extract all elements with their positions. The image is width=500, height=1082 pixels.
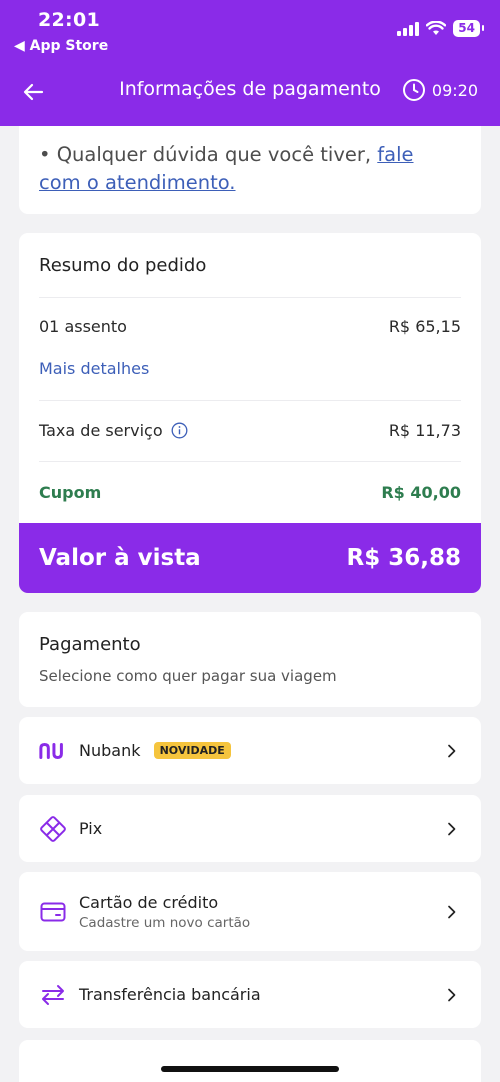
- total-value: R$ 36,88: [346, 545, 461, 571]
- timer-value: 09:20: [431, 80, 478, 100]
- payment-option-pix[interactable]: Pix: [19, 795, 481, 862]
- payment-subtitle: Selecione como quer pagar sua viagem: [39, 667, 337, 685]
- payment-option-credit-card[interactable]: Cartão de crédito Cadastre um novo cartã…: [19, 872, 481, 951]
- seats-value: R$ 65,15: [388, 317, 461, 336]
- chevron-right-icon: [448, 822, 456, 835]
- help-card: • Qualquer dúvida que você tiver, fale c…: [19, 126, 481, 214]
- payment-option-nubank[interactable]: Nubank NOVIDADE: [19, 717, 481, 784]
- seats-row: 01 assento R$ 65,15: [39, 317, 461, 336]
- transfer-icon: [39, 981, 67, 1009]
- info-icon[interactable]: [171, 422, 188, 439]
- chevron-right-icon: [448, 905, 456, 918]
- divider: [39, 400, 461, 401]
- service-fee-value: R$ 11,73: [388, 421, 461, 440]
- signal-icon: [397, 21, 420, 36]
- total-bar: Valor à vista R$ 36,88: [19, 523, 481, 593]
- new-badge: NOVIDADE: [153, 742, 231, 759]
- app-header: 22:01 ◀ App Store 54 Informações de paga…: [0, 0, 500, 126]
- back-to-app-store[interactable]: ◀ App Store: [14, 38, 108, 54]
- divider: [39, 297, 461, 298]
- nubank-logo-icon: [39, 737, 67, 765]
- seats-label: 01 assento: [39, 317, 127, 336]
- service-fee-row: Taxa de serviço R$ 11,73: [39, 421, 461, 440]
- chevron-right-icon: [448, 988, 456, 1001]
- option-label: Cartão de crédito: [79, 892, 219, 912]
- next-option-partial: [19, 1040, 481, 1082]
- order-summary-card: Resumo do pedido 01 assento R$ 65,15 Mai…: [19, 233, 481, 593]
- payment-title: Pagamento: [39, 634, 141, 655]
- clock-icon: [402, 79, 425, 101]
- divider: [39, 461, 461, 462]
- credit-card-icon: [39, 898, 67, 926]
- total-label: Valor à vista: [39, 545, 201, 571]
- battery-indicator: 54: [453, 20, 484, 37]
- payment-section-header: Pagamento Selecione como quer pagar sua …: [19, 612, 481, 707]
- payment-option-bank-transfer[interactable]: Transferência bancária: [19, 961, 481, 1028]
- coupon-value: R$ 40,00: [381, 483, 461, 502]
- status-icons: 54: [397, 20, 484, 37]
- option-label: Nubank: [79, 741, 141, 760]
- pix-icon: [39, 815, 67, 843]
- coupon-label: Cupom: [39, 483, 102, 502]
- option-label: Pix: [79, 819, 103, 838]
- wifi-icon: [426, 21, 447, 35]
- option-sublabel: Cadastre um novo cartão: [79, 914, 251, 931]
- summary-title: Resumo do pedido: [39, 255, 207, 276]
- chevron-right-icon: [448, 744, 456, 757]
- option-label: Transferência bancária: [79, 985, 261, 1004]
- coupon-row: Cupom R$ 40,00: [39, 483, 461, 502]
- more-details-link[interactable]: Mais detalhes: [39, 359, 149, 378]
- help-text: • Qualquer dúvida que você tiver,: [39, 143, 378, 166]
- service-fee-label: Taxa de serviço: [39, 421, 163, 440]
- home-indicator: [161, 1066, 339, 1072]
- session-timer: 09:20: [402, 78, 478, 102]
- status-time: 22:01: [38, 9, 100, 31]
